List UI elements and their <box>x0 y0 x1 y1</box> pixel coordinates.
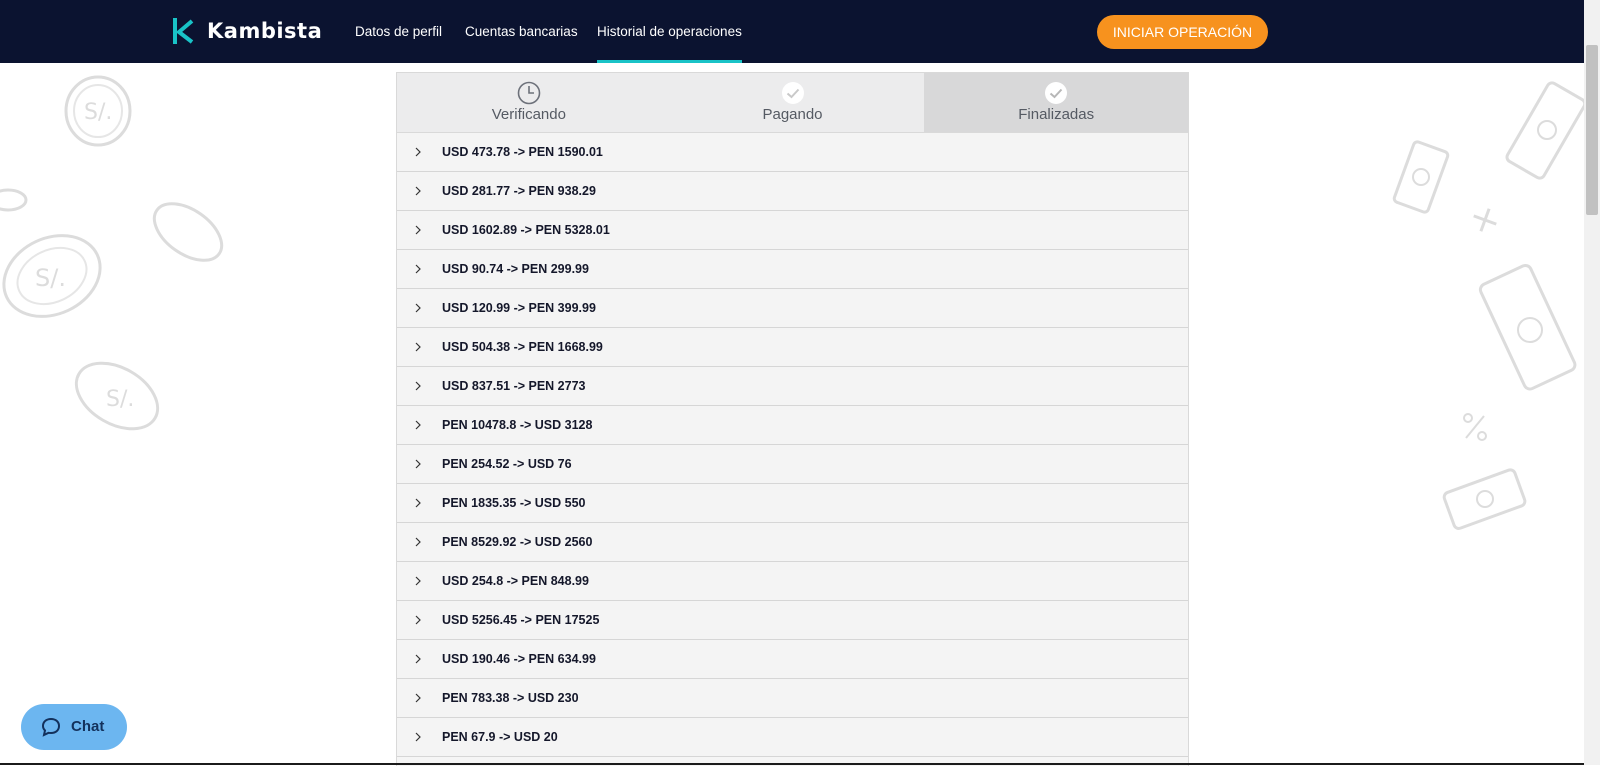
nav-historial-de-operaciones[interactable]: Historial de operaciones <box>597 0 742 63</box>
kambista-logo-icon <box>173 18 194 44</box>
operation-row[interactable]: USD 254.8 -> PEN 848.99 <box>397 562 1188 601</box>
tab-finalizadas[interactable]: Finalizadas <box>924 73 1188 132</box>
operation-summary: USD 120.99 -> PEN 399.99 <box>442 301 596 315</box>
operation-summary: USD 190.46 -> PEN 634.99 <box>442 652 596 666</box>
operation-row[interactable]: PEN 254.52 -> USD 76 <box>397 445 1188 484</box>
operation-row[interactable]: USD 837.51 -> PEN 2773 <box>397 367 1188 406</box>
banknote-doodle-icon <box>1505 70 1585 190</box>
operation-summary: PEN 783.38 -> USD 230 <box>442 691 579 705</box>
chevron-right-icon <box>415 615 421 625</box>
operation-summary: USD 5256.45 -> PEN 17525 <box>442 613 600 627</box>
operations-card: Verificando Pagando Finalizadas USD 473.… <box>396 72 1189 766</box>
operation-row[interactable]: USD 473.78 -> PEN 1590.01 <box>397 133 1188 172</box>
svg-text:S/.: S/. <box>106 387 134 412</box>
tab-pagando[interactable]: Pagando <box>661 73 925 132</box>
chat-button[interactable]: Chat <box>21 704 127 750</box>
nav-datos-de-perfil[interactable]: Datos de perfil <box>355 0 442 63</box>
banknote-doodle-icon <box>1385 135 1455 220</box>
operation-row[interactable]: USD 90.74 -> PEN 299.99 <box>397 250 1188 289</box>
top-navbar: Kambista Datos de perfil Cuentas bancari… <box>0 0 1600 63</box>
chevron-right-icon <box>415 264 421 274</box>
operation-row[interactable]: USD 281.77 -> PEN 938.29 <box>397 172 1188 211</box>
chevron-right-icon <box>415 537 421 547</box>
operation-summary: PEN 1835.35 -> USD 550 <box>442 496 586 510</box>
operation-row[interactable]: USD 504.38 -> PEN 1668.99 <box>397 328 1188 367</box>
operation-row[interactable]: PEN 783.38 -> USD 230 <box>397 679 1188 718</box>
nav-cuentas-bancarias[interactable]: Cuentas bancarias <box>465 0 578 63</box>
chevron-right-icon <box>415 147 421 157</box>
chevron-right-icon <box>415 420 421 430</box>
chevron-right-icon <box>415 303 421 313</box>
chat-bubble-icon <box>41 717 61 737</box>
coin-doodle-icon: S/. <box>0 230 125 325</box>
check-circle-icon <box>781 82 804 104</box>
coin-doodle-icon <box>150 200 230 270</box>
operation-summary: USD 1602.89 -> PEN 5328.01 <box>442 223 610 237</box>
status-tabs: Verificando Pagando Finalizadas <box>397 73 1188 133</box>
plus-doodle-icon <box>1470 205 1500 235</box>
operation-summary: PEN 254.52 -> USD 76 <box>442 457 572 471</box>
operation-row[interactable]: USD 1602.89 -> PEN 5328.01 <box>397 211 1188 250</box>
tab-label: Verificando <box>491 106 566 123</box>
operation-summary: USD 837.51 -> PEN 2773 <box>442 379 586 393</box>
chevron-right-icon <box>415 186 421 196</box>
coin-doodle-icon: S/. <box>70 360 165 435</box>
brand-name: Kambista <box>207 19 323 43</box>
operation-row[interactable]: PEN 10478.8 -> USD 3128 <box>397 406 1188 445</box>
banknote-doodle-icon <box>1435 465 1535 535</box>
operation-summary: USD 473.78 -> PEN 1590.01 <box>442 145 603 159</box>
operation-row[interactable]: PEN 1835.35 -> USD 550 <box>397 484 1188 523</box>
operation-row[interactable]: USD 190.46 -> PEN 634.99 <box>397 640 1188 679</box>
tab-label: Finalizadas <box>1018 106 1095 123</box>
chevron-right-icon <box>415 576 421 586</box>
scrollbar-thumb[interactable] <box>1586 45 1598 215</box>
coin-doodle-icon <box>0 180 30 220</box>
banknote-doodle-icon <box>1475 255 1583 400</box>
chevron-right-icon <box>415 342 421 352</box>
operation-row[interactable]: PEN 8529.92 -> USD 2560 <box>397 523 1188 562</box>
operation-summary: PEN 8529.92 -> USD 2560 <box>442 535 593 549</box>
chevron-right-icon <box>415 732 421 742</box>
operation-row[interactable]: USD 120.99 -> PEN 399.99 <box>397 289 1188 328</box>
clock-icon <box>517 81 541 105</box>
chevron-right-icon <box>415 693 421 703</box>
tab-label: Pagando <box>762 106 823 123</box>
chevron-right-icon <box>415 654 421 664</box>
tab-verificando[interactable]: Verificando <box>397 73 661 132</box>
check-circle-icon <box>1045 82 1068 104</box>
operation-summary: USD 90.74 -> PEN 299.99 <box>442 262 589 276</box>
operation-summary: USD 504.38 -> PEN 1668.99 <box>442 340 603 354</box>
chevron-right-icon <box>415 225 421 235</box>
operation-row[interactable]: USD 5256.45 -> PEN 17525 <box>397 601 1188 640</box>
chat-label: Chat <box>71 718 105 735</box>
operation-row[interactable]: PEN 67.9 -> USD 20 <box>397 718 1188 757</box>
percent-doodle-icon <box>1460 410 1490 445</box>
brand-logo[interactable]: Kambista <box>173 15 322 47</box>
operation-summary: PEN 10478.8 -> USD 3128 <box>442 418 593 432</box>
chevron-right-icon <box>415 459 421 469</box>
operations-list: USD 473.78 -> PEN 1590.01 USD 281.77 -> … <box>397 133 1188 757</box>
svg-text:S/.: S/. <box>84 100 112 125</box>
chevron-right-icon <box>415 381 421 391</box>
operation-summary: USD 281.77 -> PEN 938.29 <box>442 184 596 198</box>
svg-text:S/.: S/. <box>35 264 66 292</box>
chevron-right-icon <box>415 498 421 508</box>
coin-doodle-icon: S/. <box>60 75 135 155</box>
operation-summary: USD 254.8 -> PEN 848.99 <box>442 574 589 588</box>
operation-summary: PEN 67.9 -> USD 20 <box>442 730 558 744</box>
iniciar-operacion-button[interactable]: INICIAR OPERACIÓN <box>1097 15 1268 49</box>
